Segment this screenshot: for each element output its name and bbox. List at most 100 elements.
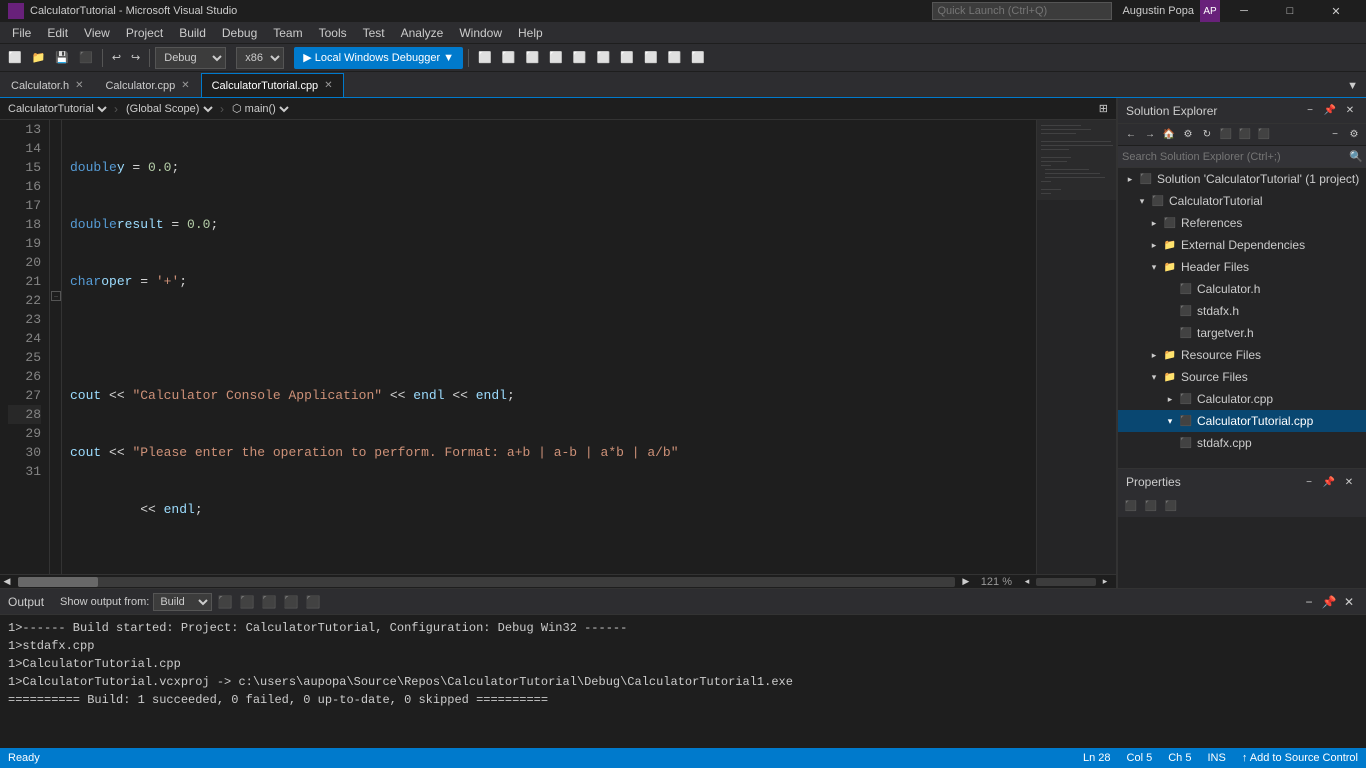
breadcrumb-symbol-select[interactable]: ⬡ main(): [228, 99, 292, 119]
h-scrollbar-track[interactable]: [18, 577, 955, 587]
se-dock2-btn[interactable]: −: [1326, 126, 1344, 144]
output-pin-btn[interactable]: 📌: [1320, 593, 1338, 611]
tab-calculator-cpp[interactable]: Calculator.cpp ✕: [94, 73, 200, 97]
menu-test[interactable]: Test: [355, 22, 393, 44]
output-clear-btn[interactable]: ⬛: [216, 593, 234, 611]
output-close-btn[interactable]: ✕: [1340, 593, 1358, 611]
status-source-control[interactable]: ↑ Add to Source Control: [1242, 752, 1358, 764]
fold-while[interactable]: −: [51, 291, 61, 301]
tree-targetver-h[interactable]: ▸ ⬛ targetver.h: [1118, 322, 1366, 344]
debug-config-select[interactable]: Debug Release: [155, 47, 226, 69]
minimize-button[interactable]: ─: [1222, 0, 1266, 22]
tree-header-files[interactable]: ▾ 📁 Header Files: [1118, 256, 1366, 278]
extdeps-icon: 📁: [1162, 237, 1178, 253]
toolbar-misc8[interactable]: ⬜: [640, 47, 662, 69]
tree-source-files[interactable]: ▾ 📁 Source Files: [1118, 366, 1366, 388]
toolbar-misc6[interactable]: ⬜: [593, 47, 615, 69]
menu-help[interactable]: Help: [510, 22, 551, 44]
toolbar-open[interactable]: 📁: [28, 47, 50, 69]
se-search-input[interactable]: [1122, 151, 1349, 163]
se-pin-button[interactable]: 📌: [1321, 102, 1339, 120]
toolbar-misc1[interactable]: ⬜: [474, 47, 496, 69]
props-custom-btn[interactable]: ⬛: [1162, 497, 1180, 515]
scroll-left-button[interactable]: ◀: [0, 575, 14, 589]
menu-team[interactable]: Team: [265, 22, 310, 44]
menu-view[interactable]: View: [76, 22, 118, 44]
h-scrollbar-thumb[interactable]: [18, 577, 98, 587]
toolbar: ⬜ 📁 💾 ⬛ ↩ ↪ Debug Release x86 x64 ▶ Loca…: [0, 44, 1366, 72]
menu-debug[interactable]: Debug: [214, 22, 265, 44]
se-close-button[interactable]: ✕: [1341, 102, 1359, 120]
toolbar-new[interactable]: ⬜: [4, 47, 26, 69]
toolbar-misc3[interactable]: ⬜: [521, 47, 543, 69]
menu-build[interactable]: Build: [171, 22, 214, 44]
zoom-slider[interactable]: [1036, 578, 1096, 586]
output-source-select[interactable]: Build Debug: [153, 593, 212, 611]
toolbar-redo[interactable]: ↪: [127, 47, 144, 69]
tree-resource-files[interactable]: ▸ 📁 Resource Files: [1118, 344, 1366, 366]
start-debug-button[interactable]: ▶ Local Windows Debugger ▼: [294, 47, 463, 69]
menu-edit[interactable]: Edit: [39, 22, 76, 44]
code-editor[interactable]: 13 14 15 16 17 18 19 20 21 22 23 24 25 2…: [0, 120, 1036, 574]
toolbar-misc5[interactable]: ⬜: [569, 47, 591, 69]
toolbar-misc2[interactable]: ⬜: [498, 47, 520, 69]
tree-calculator-cpp[interactable]: ▸ ⬛ Calculator.cpp: [1118, 388, 1366, 410]
tree-stdafx-h[interactable]: ▸ ⬛ stdafx.h: [1118, 300, 1366, 322]
se-filter-btn[interactable]: ⬛: [1217, 126, 1235, 144]
tree-solution[interactable]: ▸ ⬛ Solution 'CalculatorTutorial' (1 pro…: [1118, 168, 1366, 190]
menu-file[interactable]: File: [4, 22, 39, 44]
tab-calculator-h[interactable]: Calculator.h ✕: [0, 73, 94, 97]
props-alpha-btn[interactable]: ⬛: [1142, 497, 1160, 515]
output-filter-btn[interactable]: ⬛: [282, 593, 300, 611]
tree-stdafx-cpp[interactable]: ▸ ⬛ stdafx.cpp: [1118, 432, 1366, 454]
props-category-btn[interactable]: ⬛: [1122, 497, 1140, 515]
tree-calculatortutorial-cpp[interactable]: ▾ ⬛ CalculatorTutorial.cpp: [1118, 410, 1366, 432]
props-close-btn[interactable]: ✕: [1340, 473, 1358, 491]
se-home-btn[interactable]: 🏠: [1160, 126, 1178, 144]
menu-window[interactable]: Window: [451, 22, 510, 44]
split-editor-button[interactable]: ⊞: [1095, 98, 1112, 120]
output-extra-btn[interactable]: ⬛: [304, 593, 322, 611]
zoom-out-button[interactable]: ◂: [1020, 575, 1034, 589]
quick-launch-input[interactable]: [932, 2, 1112, 20]
toolbar-undo[interactable]: ↩: [108, 47, 125, 69]
menu-tools[interactable]: Tools: [311, 22, 355, 44]
se-sync-btn[interactable]: ⬛: [1236, 126, 1254, 144]
close-button[interactable]: ✕: [1314, 0, 1358, 22]
output-wrap-btn[interactable]: ⬛: [238, 593, 256, 611]
se-refresh-btn[interactable]: ↻: [1198, 126, 1216, 144]
se-back-btn[interactable]: ←: [1122, 126, 1140, 144]
tab-list-button[interactable]: ▼: [1343, 75, 1362, 97]
props-dock-btn[interactable]: −: [1300, 473, 1318, 491]
tab-close-calculator-cpp[interactable]: ✕: [181, 80, 189, 91]
tree-external-deps[interactable]: ▸ 📁 External Dependencies: [1118, 234, 1366, 256]
restore-button[interactable]: □: [1268, 0, 1312, 22]
tree-calculator-h[interactable]: ▸ ⬛ Calculator.h: [1118, 278, 1366, 300]
tab-close-calculator-h[interactable]: ✕: [75, 80, 83, 91]
menu-analyze[interactable]: Analyze: [393, 22, 452, 44]
breadcrumb-scope-select[interactable]: (Global Scope): [122, 99, 216, 119]
se-forward-btn[interactable]: →: [1141, 126, 1159, 144]
output-find-btn[interactable]: ⬛: [260, 593, 278, 611]
tab-calculatortutorial-cpp[interactable]: CalculatorTutorial.cpp ✕: [201, 73, 344, 97]
se-collapse-btn[interactable]: ⬛: [1255, 126, 1273, 144]
zoom-in-button[interactable]: ▸: [1098, 575, 1112, 589]
tab-close-calculatortutorial-cpp[interactable]: ✕: [324, 80, 332, 91]
toolbar-misc7[interactable]: ⬜: [616, 47, 638, 69]
se-dock-button[interactable]: −: [1301, 102, 1319, 120]
tree-project[interactable]: ▾ ⬛ CalculatorTutorial: [1118, 190, 1366, 212]
se-settings-btn[interactable]: ⚙: [1345, 126, 1363, 144]
platform-select[interactable]: x86 x64: [236, 47, 284, 69]
se-props-btn[interactable]: ⚙: [1179, 126, 1197, 144]
menu-project[interactable]: Project: [118, 22, 171, 44]
scroll-right-button[interactable]: ▶: [959, 575, 973, 589]
props-pin-btn[interactable]: 📌: [1320, 473, 1338, 491]
toolbar-misc9[interactable]: ⬜: [664, 47, 686, 69]
toolbar-misc4[interactable]: ⬜: [545, 47, 567, 69]
output-dock-btn[interactable]: −: [1300, 593, 1318, 611]
toolbar-misc10[interactable]: ⬜: [687, 47, 709, 69]
breadcrumb-project-select[interactable]: CalculatorTutorial: [4, 99, 110, 119]
tree-references[interactable]: ▸ ⬛ References: [1118, 212, 1366, 234]
toolbar-save[interactable]: 💾: [51, 47, 73, 69]
toolbar-save-all[interactable]: ⬛: [75, 47, 97, 69]
